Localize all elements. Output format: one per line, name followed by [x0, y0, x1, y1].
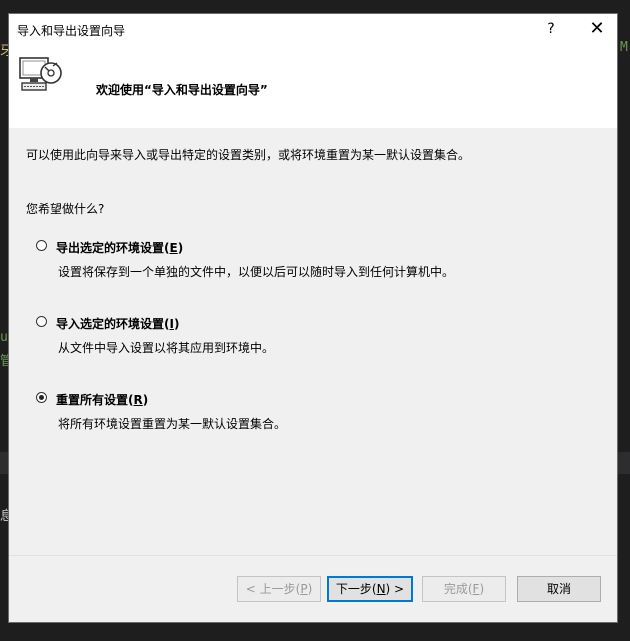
- wizard-header: 欢迎使用“导入和导出设置向导”: [9, 44, 617, 128]
- radio-import[interactable]: [36, 316, 47, 327]
- option-export-description: 设置将保存到一个单独的文件中，以便以后可以随时导入到任何计算机中。: [58, 265, 455, 279]
- finish-button[interactable]: 完成(F): [422, 576, 506, 602]
- close-x-icon[interactable]: ✕: [585, 17, 609, 41]
- editor-fragment: u: [0, 330, 8, 345]
- dialog-titlebar: 导入和导出设置向导 ? ✕: [9, 14, 617, 44]
- help-question-icon[interactable]: ?: [541, 19, 561, 39]
- option-reset-label[interactable]: 重置所有设置(R): [56, 391, 148, 408]
- question-text: 您希望做什么?: [26, 202, 105, 216]
- cancel-button[interactable]: 取消: [517, 576, 601, 602]
- import-export-settings-wizard: 导入和导出设置向导 ? ✕ 欢迎使用“导入和导出设置向导” 可以使用此向导来导入…: [8, 13, 618, 623]
- computer-disc-icon: [19, 57, 62, 91]
- editor-fragment: M: [620, 40, 628, 55]
- option-import-description: 从文件中导入设置以将其应用到环境中。: [58, 341, 275, 355]
- next-button[interactable]: 下一步(N) >: [327, 576, 413, 602]
- back-button[interactable]: < 上一步(P): [237, 576, 321, 602]
- dialog-title: 导入和导出设置向导: [17, 24, 126, 38]
- wizard-heading: 欢迎使用“导入和导出设置向导”: [96, 83, 268, 97]
- radio-export[interactable]: [36, 240, 47, 251]
- option-export-label[interactable]: 导出选定的环境设置(E): [56, 239, 183, 256]
- option-reset-description: 将所有环境设置重置为某一默认设置集合。: [58, 417, 287, 431]
- intro-text: 可以使用此向导来导入或导出特定的设置类别，或将环境重置为某一默认设置集合。: [26, 148, 471, 162]
- footer-divider: [9, 555, 617, 556]
- radio-reset[interactable]: [36, 392, 47, 403]
- option-import-label[interactable]: 导入选定的环境设置(I): [56, 315, 179, 332]
